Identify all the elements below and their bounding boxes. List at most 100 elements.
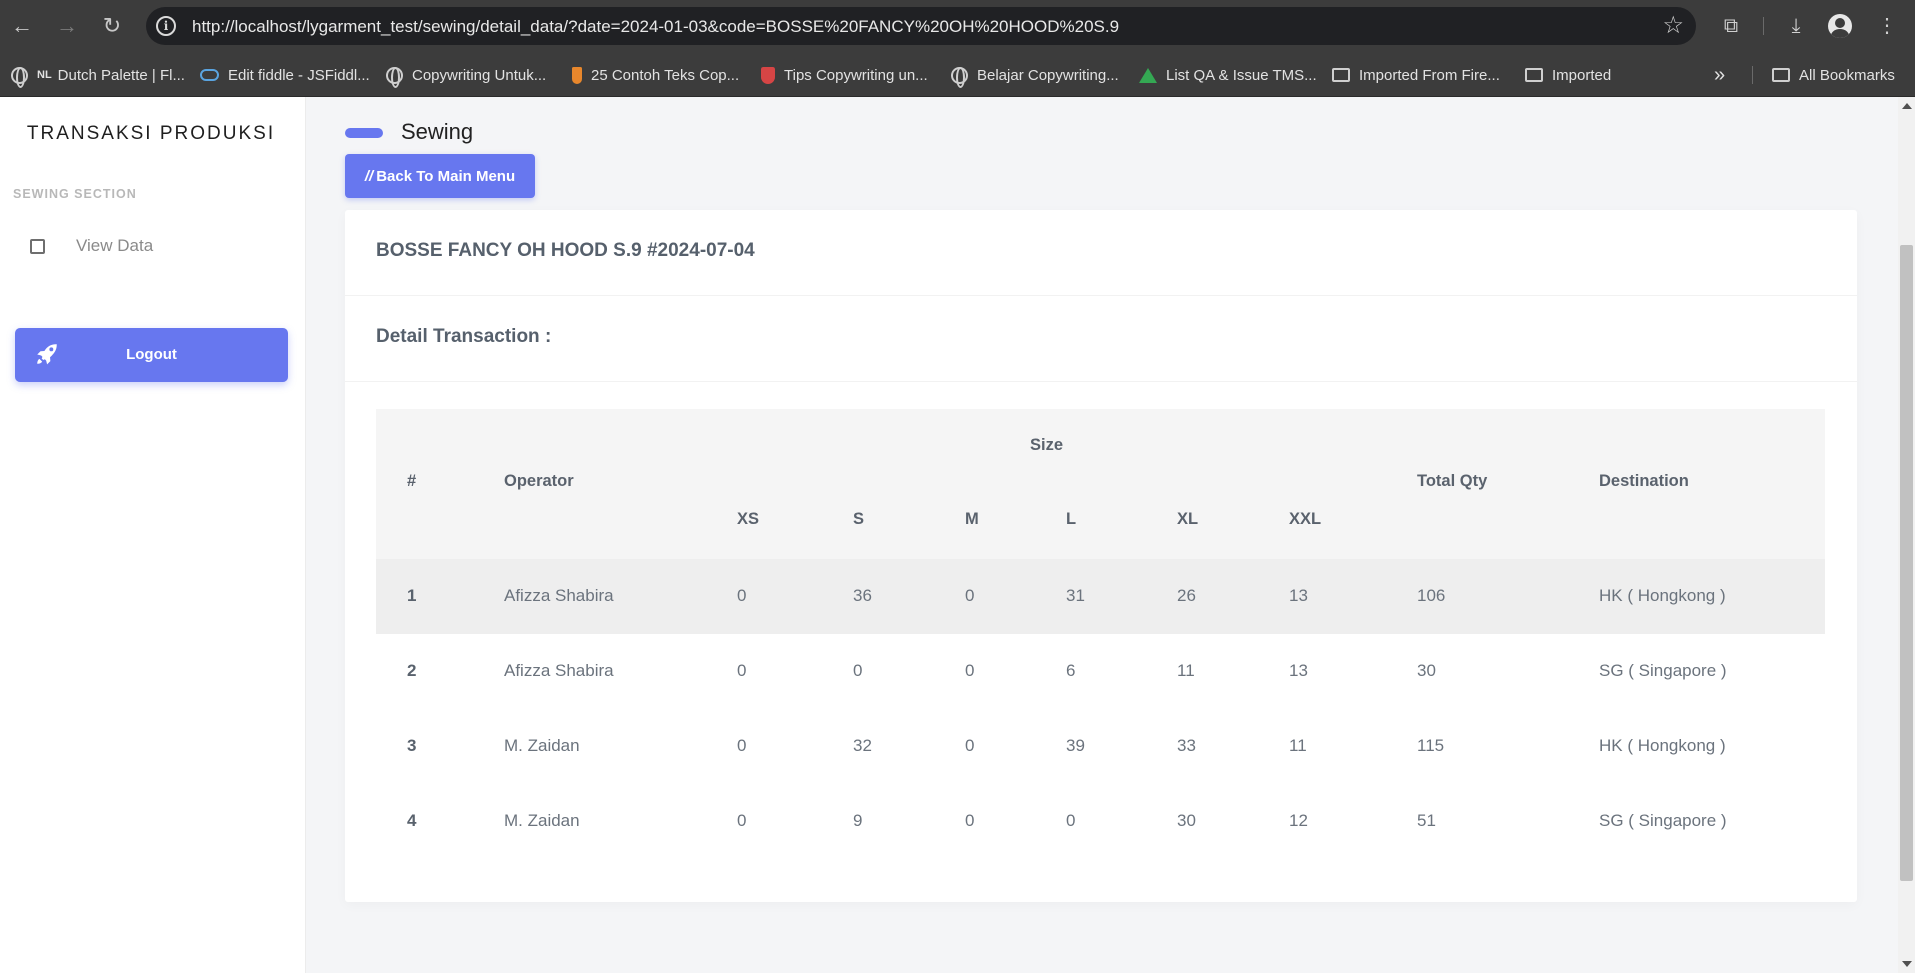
cell-size-xs: 0 bbox=[737, 586, 747, 605]
table-header: # Operator Size XS S M L XL XXL Total Qt… bbox=[376, 409, 1825, 559]
bookmark-item[interactable]: Imported From Fire... bbox=[1332, 63, 1500, 87]
torch-icon bbox=[572, 66, 582, 84]
col-header-size-m: M bbox=[965, 510, 979, 528]
bookmark-item[interactable]: Imported bbox=[1525, 63, 1611, 87]
brand-title[interactable]: TRANSAKSI PRODUKSI bbox=[0, 123, 302, 145]
address-bar[interactable]: i http://localhost/lygarment_test/sewing… bbox=[146, 7, 1696, 45]
bookmark-item[interactable]: Edit fiddle - JSFiddl... bbox=[200, 63, 370, 87]
bookmark-label: Dutch Palette | Fl... bbox=[57, 66, 185, 84]
cell-size-l: 0 bbox=[1066, 811, 1076, 830]
bookmark-label: Edit fiddle - JSFiddl... bbox=[228, 66, 370, 84]
bookmark-label: Imported From Fire... bbox=[1359, 66, 1500, 84]
col-header-size-xl: XL bbox=[1177, 510, 1199, 528]
cell-num: 2 bbox=[407, 661, 417, 680]
toolbar-divider bbox=[1763, 17, 1764, 35]
site-info-icon[interactable]: i bbox=[156, 16, 176, 36]
bookmark-label: Belajar Copywriting... bbox=[977, 66, 1119, 84]
back-button-label: Back To Main Menu bbox=[376, 167, 516, 185]
cell-num: 3 bbox=[407, 736, 417, 755]
bookmark-label: Copywriting Untuk... bbox=[412, 66, 547, 84]
cell-total-qty: 51 bbox=[1417, 811, 1436, 830]
globe-icon bbox=[386, 66, 403, 88]
cell-size-xs: 0 bbox=[737, 661, 747, 680]
bookmark-prefix: NL bbox=[37, 69, 52, 81]
cell-size-s: 0 bbox=[853, 661, 863, 680]
folder-icon bbox=[1772, 68, 1790, 82]
cell-size-s: 32 bbox=[853, 736, 872, 755]
sidebar: TRANSAKSI PRODUKSI SEWING SECTION View D… bbox=[0, 97, 306, 973]
cell-total-qty: 115 bbox=[1417, 736, 1445, 755]
cell-size-xs: 0 bbox=[737, 736, 747, 755]
cell-destination: HK ( Hongkong ) bbox=[1599, 586, 1726, 605]
back-arrow-icon[interactable]: ← bbox=[6, 10, 38, 42]
page-scrollbar[interactable] bbox=[1898, 97, 1915, 973]
extensions-icon[interactable]: ⧉ bbox=[1715, 10, 1747, 42]
folder-icon bbox=[1525, 68, 1543, 82]
all-bookmarks-label: All Bookmarks bbox=[1799, 66, 1895, 84]
sidebar-section-label: SEWING SECTION bbox=[13, 187, 137, 201]
profile-avatar-icon[interactable] bbox=[1828, 14, 1852, 38]
download-icon[interactable]: ⤓ bbox=[1780, 10, 1812, 42]
table-row: 4 M. Zaidan 0 9 0 0 30 12 51 SG ( Singap… bbox=[376, 784, 1825, 859]
cell-size-m: 0 bbox=[965, 736, 975, 755]
cell-size-m: 0 bbox=[965, 586, 975, 605]
bookmark-item[interactable]: 25 Contoh Teks Cop... bbox=[572, 63, 739, 87]
table-row: 3 M. Zaidan 0 32 0 39 33 11 115 HK ( Hon… bbox=[376, 709, 1825, 784]
bookmark-item[interactable]: Tips Copywriting un... bbox=[761, 63, 928, 87]
logout-button[interactable]: Logout bbox=[15, 328, 288, 382]
cell-size-xl: 30 bbox=[1177, 811, 1196, 830]
more-bookmarks-icon[interactable]: » bbox=[1714, 63, 1725, 87]
scroll-up-arrow-icon[interactable] bbox=[1902, 103, 1912, 109]
reload-icon[interactable]: ↻ bbox=[96, 10, 128, 42]
col-header-operator: Operator bbox=[504, 472, 574, 490]
col-header-size-xs: XS bbox=[737, 510, 760, 528]
scroll-down-arrow-icon[interactable] bbox=[1902, 961, 1912, 967]
cell-size-s: 36 bbox=[853, 586, 872, 605]
bookmark-item[interactable]: Copywriting Untuk... bbox=[386, 63, 547, 88]
cell-size-xxl: 13 bbox=[1289, 661, 1308, 680]
forward-arrow-icon[interactable]: → bbox=[51, 10, 83, 42]
cell-total-qty: 30 bbox=[1417, 661, 1436, 680]
page-title: Sewing bbox=[401, 119, 474, 144]
bookmark-star-icon[interactable]: ☆ bbox=[1662, 11, 1684, 40]
sidebar-item-label: View Data bbox=[76, 236, 154, 255]
cell-size-s: 9 bbox=[853, 811, 863, 830]
scrollbar-thumb[interactable] bbox=[1900, 245, 1913, 881]
cell-size-xxl: 11 bbox=[1289, 736, 1307, 755]
cell-num: 1 bbox=[407, 586, 417, 605]
menu-kebab-icon[interactable]: ⋮ bbox=[1871, 10, 1903, 42]
folder-icon bbox=[1332, 68, 1350, 82]
logout-label: Logout bbox=[126, 346, 177, 363]
cell-operator: M. Zaidan bbox=[504, 811, 580, 830]
page-viewport: TRANSAKSI PRODUKSI SEWING SECTION View D… bbox=[0, 97, 1915, 973]
browser-toolbar: ← → ↻ i http://localhost/lygarment_test/… bbox=[0, 0, 1915, 52]
cell-destination: SG ( Singapore ) bbox=[1599, 811, 1727, 830]
cell-operator: M. Zaidan bbox=[504, 736, 580, 755]
bookmark-label: Imported bbox=[1552, 66, 1612, 84]
sidebar-item-view-data[interactable]: View Data bbox=[30, 234, 153, 258]
bookmark-item[interactable]: Belajar Copywriting... bbox=[951, 63, 1119, 88]
cell-size-xl: 26 bbox=[1177, 586, 1196, 605]
cell-num: 4 bbox=[407, 811, 417, 830]
cell-size-xl: 11 bbox=[1177, 661, 1195, 680]
globe-icon bbox=[11, 66, 28, 88]
col-header-size: Size bbox=[1030, 436, 1064, 454]
title-accent-bar bbox=[345, 128, 383, 138]
col-header-num: # bbox=[407, 472, 417, 490]
bookmark-item[interactable]: NL Dutch Palette | Fl... bbox=[11, 63, 185, 88]
cell-destination: HK ( Hongkong ) bbox=[1599, 736, 1726, 755]
bookmark-label: Tips Copywriting un... bbox=[784, 66, 928, 84]
all-bookmarks[interactable]: All Bookmarks bbox=[1772, 63, 1895, 87]
cell-total-qty: 106 bbox=[1417, 586, 1446, 605]
cell-size-m: 0 bbox=[965, 811, 975, 830]
back-to-main-menu-button[interactable]: // Back To Main Menu bbox=[345, 154, 535, 198]
globe-icon bbox=[951, 66, 968, 88]
table-row: 2 Afizza Shabira 0 0 0 6 11 13 30 SG ( S… bbox=[376, 634, 1825, 709]
cell-operator: Afizza Shabira bbox=[504, 661, 614, 680]
bookmark-item[interactable]: List QA & Issue TMS... bbox=[1139, 63, 1317, 87]
bookmarks-divider bbox=[1752, 66, 1753, 84]
url-text[interactable]: http://localhost/lygarment_test/sewing/d… bbox=[192, 17, 1119, 37]
card-header: BOSSE FANCY OH HOOD S.9 #2024-07-04 bbox=[345, 210, 1857, 296]
cell-size-xl: 33 bbox=[1177, 736, 1196, 755]
slash-icon: // bbox=[364, 167, 374, 185]
